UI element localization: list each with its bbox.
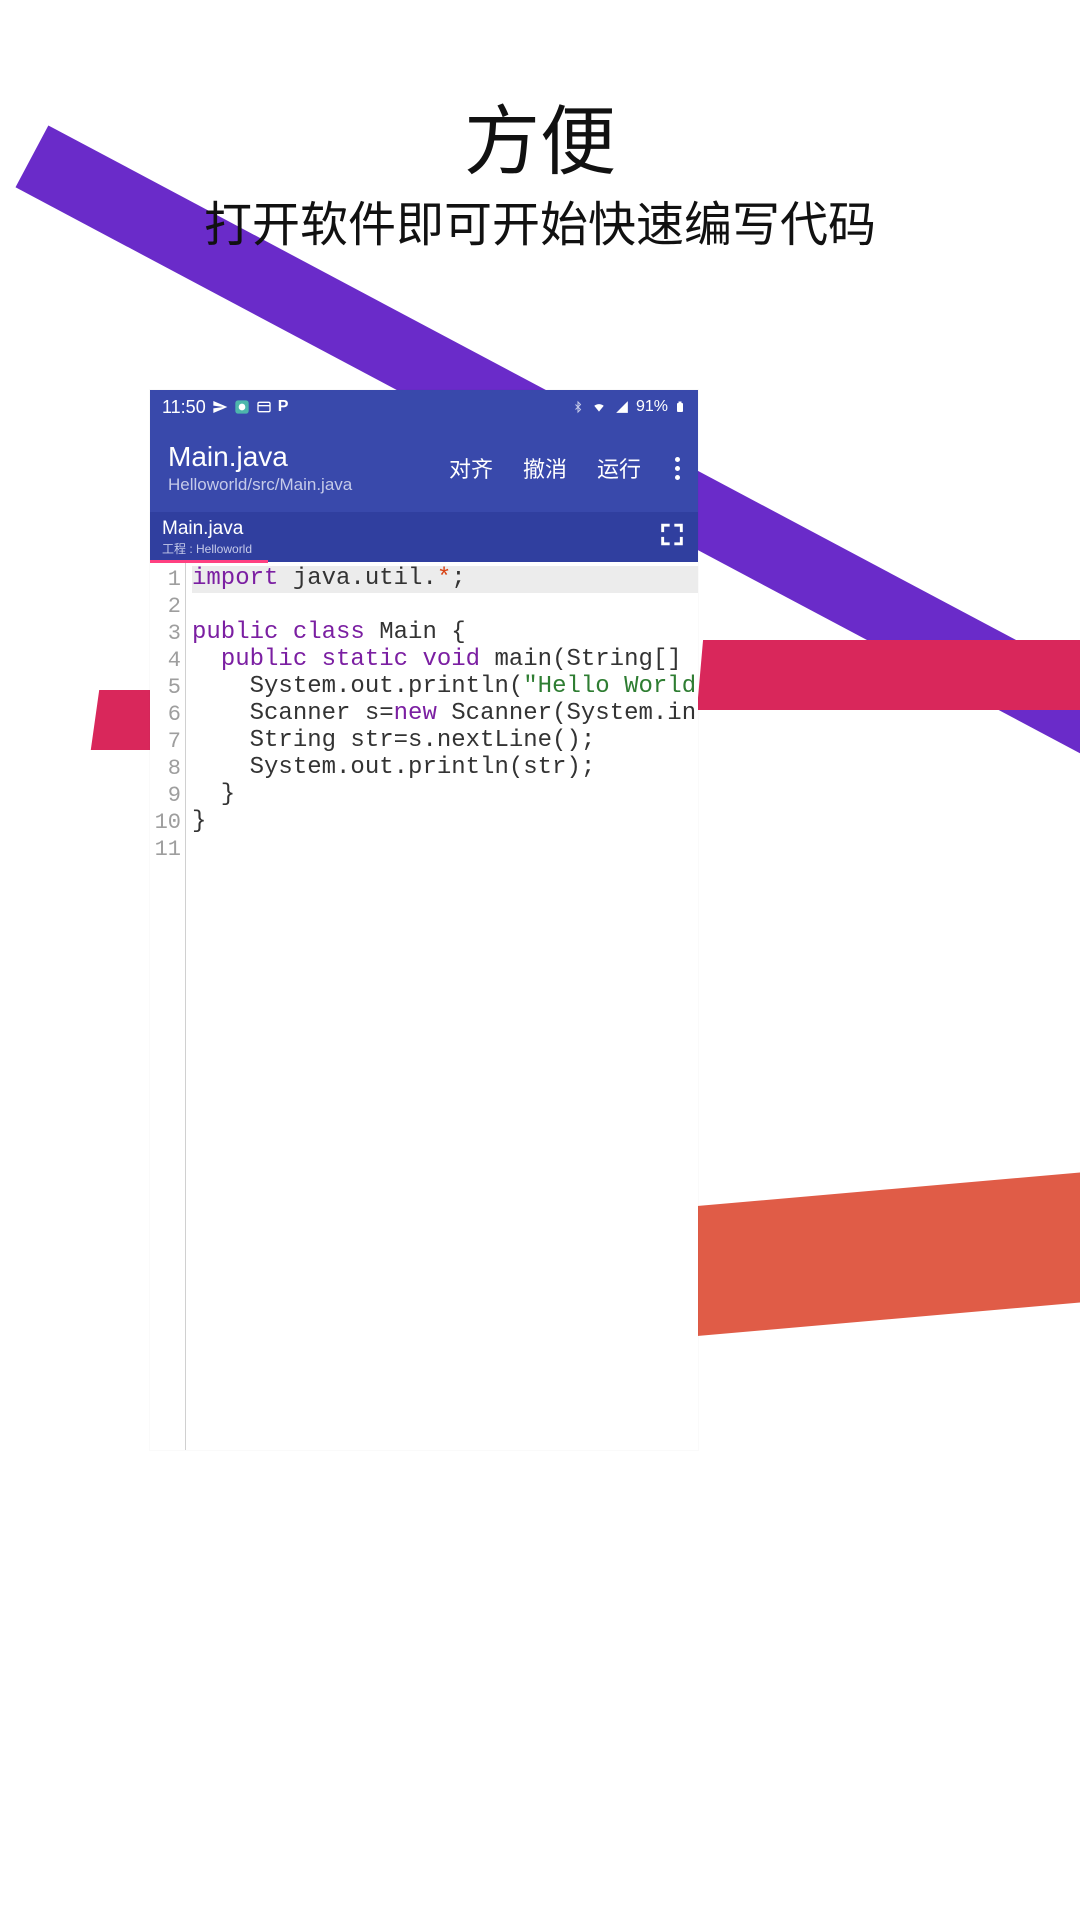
file-path: Helloworld/src/Main.java [168, 475, 449, 495]
code-line[interactable]: String str=s.nextLine(); [192, 728, 698, 755]
code-line[interactable]: import java.util.*; [192, 566, 698, 593]
code-area[interactable]: import java.util.*; public class Main { p… [186, 562, 698, 1450]
align-button[interactable]: 对齐 [449, 452, 493, 484]
line-number: 2 [150, 593, 181, 620]
decorative-stripe-orange [670, 1172, 1080, 1339]
status-bar: 11:50 P 91% [150, 390, 698, 424]
tab-indicator [150, 560, 268, 563]
line-number: 3 [150, 620, 181, 647]
undo-button[interactable]: 撤消 [523, 452, 567, 484]
status-time: 11:50 [162, 397, 206, 418]
camera-icon [234, 399, 250, 415]
line-number: 9 [150, 782, 181, 809]
more-icon[interactable] [671, 457, 684, 480]
tab-bar: Main.java 工程 : Helloworld [150, 512, 698, 562]
telegram-icon [212, 399, 228, 415]
line-number: 5 [150, 674, 181, 701]
code-line[interactable] [192, 836, 698, 863]
code-editor[interactable]: 1234567891011 import java.util.*; public … [150, 562, 698, 1450]
bluetooth-icon [572, 399, 584, 415]
signal-icon [614, 400, 630, 414]
file-tab[interactable]: Main.java 工程 : Helloworld [150, 512, 264, 562]
line-number-gutter: 1234567891011 [150, 562, 186, 1450]
line-number: 8 [150, 755, 181, 782]
code-line[interactable]: Scanner s=new Scanner(System.in [192, 701, 698, 728]
code-line[interactable]: public class Main { [192, 620, 698, 647]
phone-frame: 11:50 P 91% [150, 390, 698, 1450]
code-line[interactable]: public static void main(String[] [192, 647, 698, 674]
file-title: Main.java [168, 441, 449, 473]
tab-filename: Main.java [162, 518, 252, 540]
line-number: 7 [150, 728, 181, 755]
code-line[interactable]: System.out.println("Hello World [192, 674, 698, 701]
expand-icon[interactable] [658, 521, 686, 554]
code-line[interactable]: } [192, 782, 698, 809]
p-icon: P [278, 398, 289, 416]
card-icon [256, 399, 272, 415]
line-number: 6 [150, 701, 181, 728]
line-number: 1 [150, 566, 181, 593]
code-line[interactable]: System.out.println(str); [192, 755, 698, 782]
promo-title: 方便 [0, 80, 1080, 190]
run-button[interactable]: 运行 [597, 452, 641, 484]
battery-percent: 91% [636, 398, 668, 416]
decorative-stripe-red-right [697, 640, 1080, 710]
code-line[interactable]: } [192, 809, 698, 836]
code-line[interactable] [192, 593, 698, 620]
wifi-icon [590, 400, 608, 414]
battery-icon [674, 399, 686, 415]
app-bar: Main.java Helloworld/src/Main.java 对齐 撤消… [150, 424, 698, 512]
line-number: 11 [150, 836, 181, 863]
tab-project: 工程 : Helloworld [162, 540, 252, 557]
line-number: 10 [150, 809, 181, 836]
promo-subtitle: 打开软件即可开始快速编写代码 [0, 185, 1080, 255]
line-number: 4 [150, 647, 181, 674]
